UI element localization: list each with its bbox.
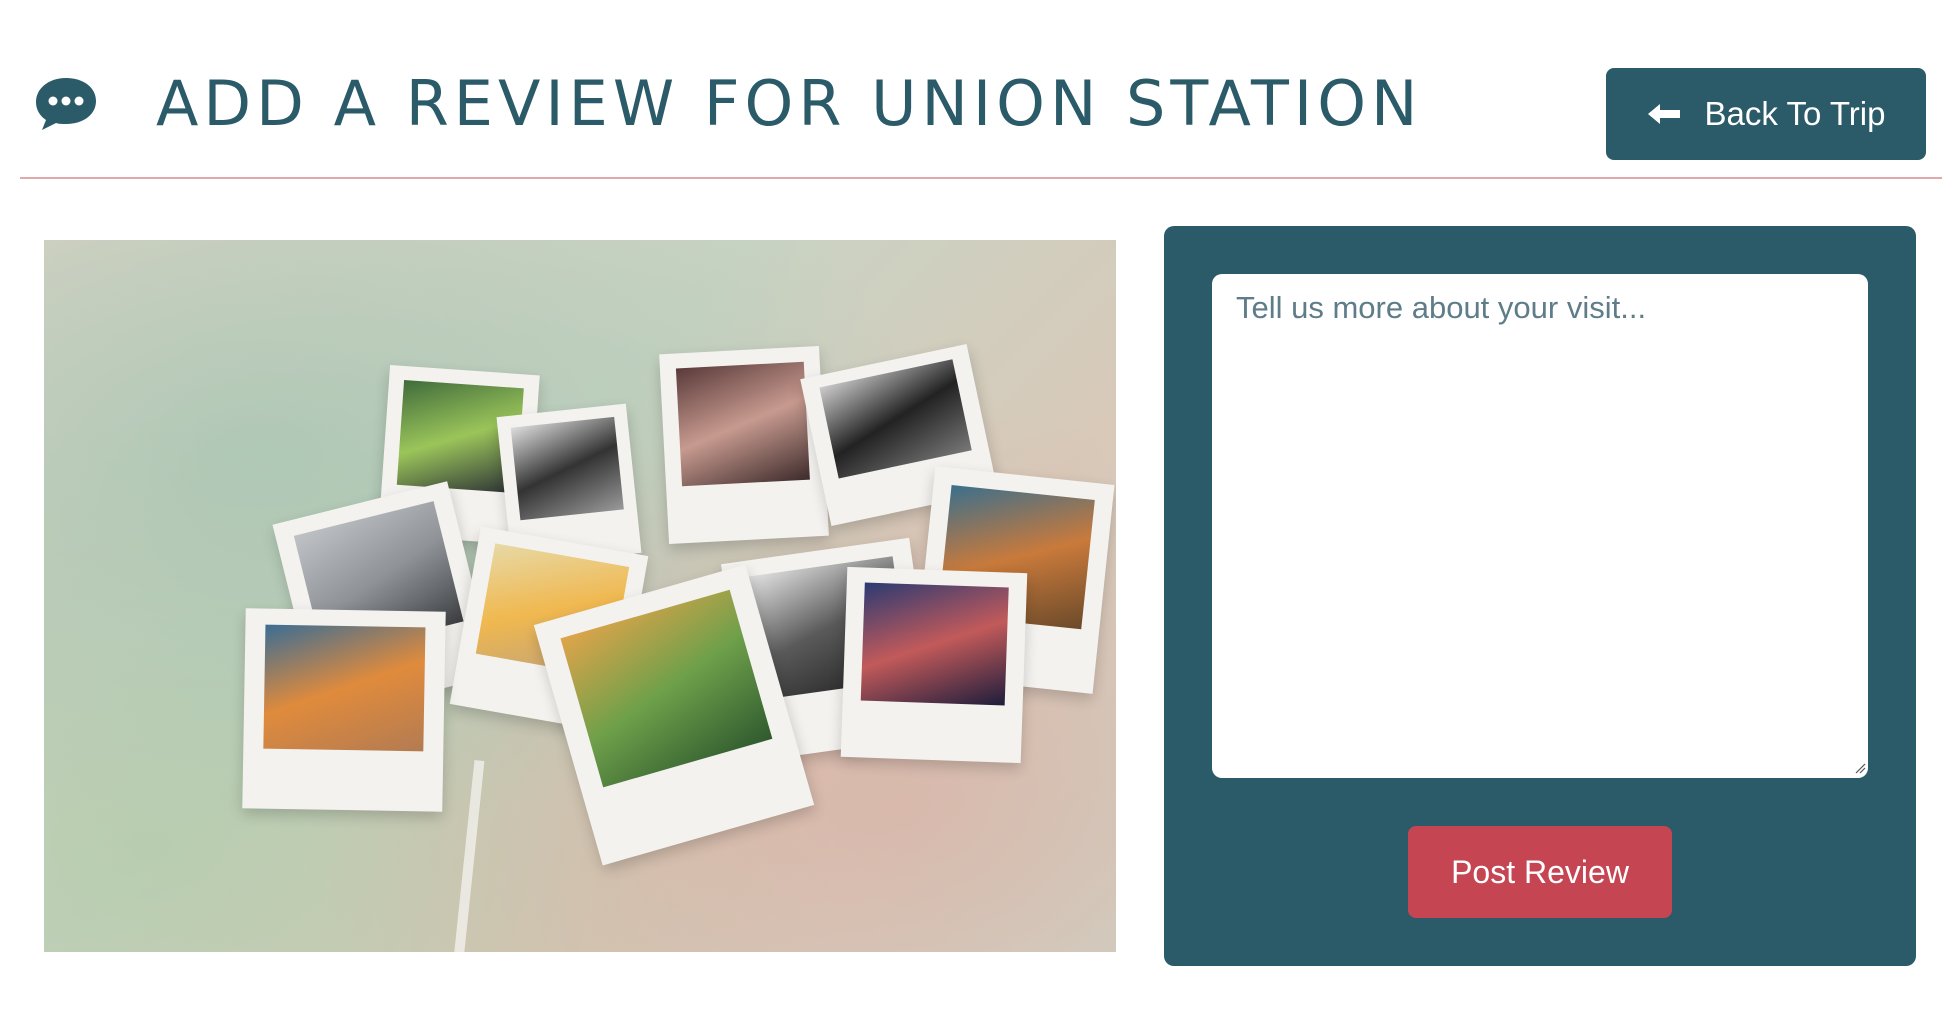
page-title: ADD A REVIEW FOR UNION STATION [156, 67, 1423, 140]
page-header: ADD A REVIEW FOR UNION STATION Back To T… [0, 0, 1958, 180]
header-divider [20, 177, 1942, 179]
back-to-trip-button[interactable]: Back To Trip [1606, 68, 1926, 160]
post-review-button[interactable]: Post Review [1408, 826, 1672, 918]
chat-bubble-icon [36, 78, 96, 130]
review-form-panel: Post Review [1164, 226, 1916, 966]
resize-grip-icon[interactable] [1854, 762, 1866, 774]
back-to-trip-label: Back To Trip [1704, 95, 1886, 132]
review-textarea[interactable] [1212, 274, 1868, 778]
arrow-left-icon [1647, 104, 1680, 124]
travel-photo [44, 240, 1116, 952]
